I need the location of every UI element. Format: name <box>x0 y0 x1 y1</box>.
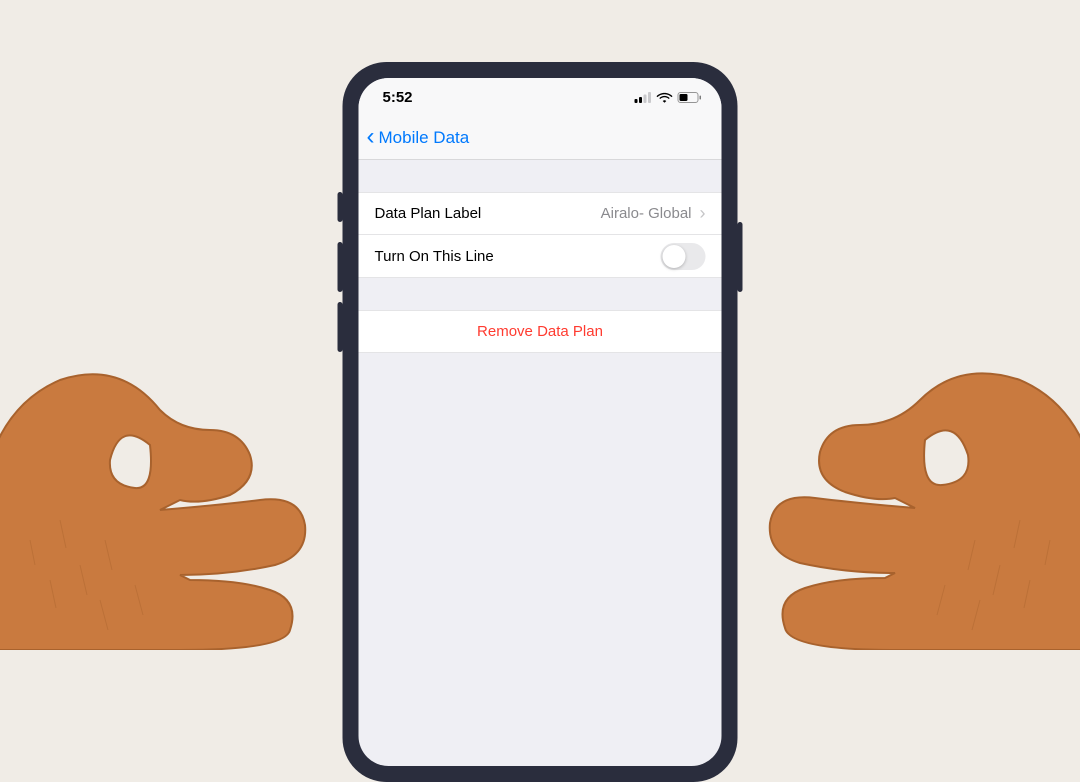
chevron-right-icon: › <box>700 203 706 224</box>
back-label: Mobile Data <box>379 128 470 148</box>
hand-right-illustration <box>740 230 1080 650</box>
status-bar: 5:52 <box>359 78 722 116</box>
phone-screen: 5:52 <box>359 78 722 766</box>
row-accessory: Airalo- Global › <box>601 203 706 224</box>
turn-on-line-row: Turn On This Line <box>359 235 722 278</box>
row-label: Data Plan Label <box>375 205 482 222</box>
phone-frame: 5:52 <box>343 62 738 782</box>
row-value-text: Airalo- Global <box>601 205 692 222</box>
chevron-left-icon: ‹ <box>367 125 375 149</box>
action-section: Remove Data Plan <box>359 310 722 353</box>
settings-list-section: Data Plan Label Airalo- Global › Turn On… <box>359 192 722 278</box>
phone-mute-switch <box>338 192 343 222</box>
wifi-icon <box>657 92 673 103</box>
status-icons-group <box>635 92 702 103</box>
data-plan-label-row[interactable]: Data Plan Label Airalo- Global › <box>359 192 722 235</box>
nav-bar: ‹ Mobile Data <box>359 116 722 160</box>
remove-label: Remove Data Plan <box>477 323 603 340</box>
status-time: 5:52 <box>383 89 413 106</box>
cellular-signal-icon <box>635 92 652 103</box>
battery-icon <box>678 92 702 103</box>
row-label: Turn On This Line <box>375 248 494 265</box>
hand-left-illustration <box>0 230 340 650</box>
back-button[interactable]: ‹ Mobile Data <box>367 127 470 149</box>
turn-on-line-toggle[interactable] <box>661 243 706 270</box>
phone-power-button <box>738 222 743 292</box>
remove-data-plan-button[interactable]: Remove Data Plan <box>359 310 722 353</box>
phone-volume-down <box>338 302 343 352</box>
phone-volume-up <box>338 242 343 292</box>
toggle-knob <box>663 245 686 268</box>
